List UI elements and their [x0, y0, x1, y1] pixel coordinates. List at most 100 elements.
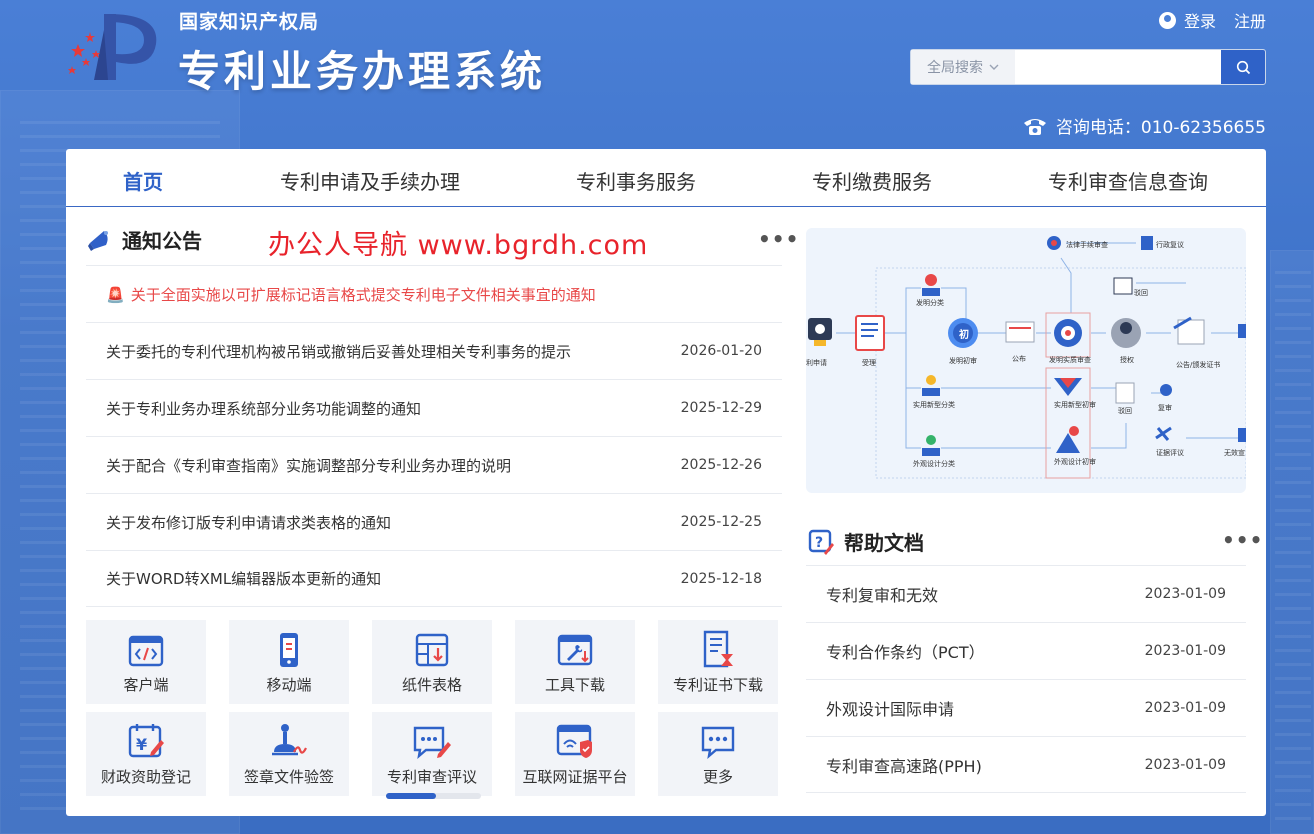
- tab-query[interactable]: 专利审查信息查询: [1048, 166, 1208, 195]
- register-link[interactable]: 注册: [1234, 8, 1266, 32]
- tool-download-icon: [557, 634, 593, 666]
- tile-label: 纸件表格: [401, 676, 462, 694]
- help-heading: ? 帮助文档: [808, 527, 924, 556]
- tile-paper-forms[interactable]: 纸件表格: [372, 620, 492, 704]
- help-item[interactable]: 专利复审和无效 2023-01-09: [806, 565, 1246, 622]
- help-title: 帮助文档: [844, 531, 924, 555]
- system-title: 专利业务办理系统: [178, 47, 547, 96]
- tiles-scrollbar[interactable]: [386, 793, 481, 799]
- notice-text: 关于全面实施以可扩展标记语言格式提交专利电子文件相关事宜的通知: [130, 285, 596, 304]
- notices-more-button[interactable]: •••: [758, 227, 799, 251]
- notice-date: 2025-12-29: [680, 400, 762, 416]
- tile-label: 专利证书下载: [672, 676, 763, 694]
- help-item[interactable]: 专利审查高速路(PPH) 2023-01-09: [806, 736, 1246, 793]
- diagram-label: 公布: [1012, 355, 1026, 363]
- notice-item-alert[interactable]: 🚨 关于全面实施以可扩展标记语言格式提交专利电子文件相关事宜的通知: [86, 265, 782, 322]
- notice-date: 2026-01-20: [680, 343, 762, 359]
- tile-more[interactable]: 更多: [658, 712, 778, 796]
- notice-date: 2025-12-25: [680, 514, 762, 530]
- diagram-label: 初: [959, 330, 969, 341]
- notice-item[interactable]: 关于委托的专利代理机构被吊销或撤销后妥善处理相关专利事务的提示 2026-01-2…: [86, 322, 782, 379]
- tile-label: 专利审查评议: [386, 768, 477, 786]
- tile-tool-download[interactable]: 工具下载: [515, 620, 635, 704]
- help-list: 专利复审和无效 2023-01-09 专利合作条约（PCT） 2023-01-09 …: [806, 565, 1246, 793]
- finance-calendar-icon: ¥: [128, 724, 164, 758]
- diagram-label: 驳回: [1118, 407, 1132, 415]
- tile-label: 更多: [702, 768, 733, 786]
- diagram-label: 行政复议: [1156, 241, 1184, 249]
- help-date: 2023-01-09: [1144, 586, 1226, 602]
- hotline: 咨询电话：010-62356655: [1022, 113, 1266, 138]
- notice-text: 关于发布修订版专利申请请求类表格的通知: [106, 513, 392, 532]
- diagram-label: 发明实质审查: [1049, 356, 1091, 364]
- tile-stamp-verify[interactable]: 签章文件验签: [229, 712, 349, 796]
- svg-text:¥: ¥: [136, 735, 147, 754]
- tile-label: 互联网证据平台: [522, 768, 628, 786]
- help-text: 外观设计国际申请: [826, 700, 955, 719]
- search-button[interactable]: [1221, 50, 1265, 84]
- tile-label: 移动端: [266, 676, 312, 694]
- tab-apply[interactable]: 专利申请及手续办理: [280, 166, 460, 195]
- mobile-icon: [280, 633, 298, 667]
- global-search: 全局搜索: [910, 49, 1266, 85]
- help-date: 2023-01-09: [1144, 756, 1226, 773]
- help-text: 专利合作条约（PCT）: [826, 643, 985, 662]
- tile-review-comment[interactable]: 专利审查评议: [372, 712, 492, 796]
- main-nav: 首页 专利申请及手续办理 专利事务服务 专利缴费服务 专利审查信息查询: [66, 149, 1266, 207]
- tile-finance[interactable]: ¥ 财政资助登记: [86, 712, 206, 796]
- tab-home[interactable]: 首页: [123, 166, 163, 195]
- notice-item[interactable]: 关于WORD转XML编辑器版本更新的通知 2025-12-18: [86, 550, 782, 607]
- notice-item[interactable]: 关于发布修订版专利申请请求类表格的通知 2025-12-25: [86, 493, 782, 550]
- tile-label: 签章文件验签: [243, 768, 334, 786]
- notice-text: 关于配合《专利审查指南》实施调整部分专利业务办理的说明: [106, 456, 512, 475]
- diagram-label: 受理: [862, 359, 876, 367]
- diagram-label: 驳回: [1134, 289, 1148, 297]
- notices-title: 通知公告: [122, 229, 202, 253]
- search-scope-label: 全局搜索: [927, 60, 983, 76]
- diagram-label: 发明分类: [916, 299, 944, 307]
- patent-process-diagram[interactable]: 利申请 受理 发明分类 初 发明初审 公布 发明实质审查 授权 公告/颁发证书 …: [806, 228, 1246, 493]
- chevron-down-icon: [989, 64, 999, 70]
- notice-list: 🚨 关于全面实施以可扩展标记语言格式提交专利电子文件相关事宜的通知 关于委托的专利…: [86, 265, 782, 607]
- notice-item[interactable]: 关于配合《专利审查指南》实施调整部分专利业务办理的说明 2025-12-26: [86, 436, 782, 493]
- help-date: 2023-01-09: [1144, 643, 1226, 659]
- help-doc-icon: ?: [808, 529, 834, 555]
- main-panel: 首页 专利申请及手续办理 专利事务服务 专利缴费服务 专利审查信息查询 通知公告…: [66, 149, 1266, 816]
- notice-item[interactable]: 关于专利业务办理系统部分业务功能调整的通知 2025-12-29: [86, 379, 782, 436]
- auth-links: 登录 注册: [1158, 8, 1266, 32]
- watermark-text: 办公人导航 www.bgrdh.com: [268, 230, 649, 261]
- megaphone-icon: [88, 230, 108, 251]
- tile-evidence-platform[interactable]: 互联网证据平台: [515, 712, 635, 796]
- stamp-icon: [272, 724, 307, 756]
- diagram-label: 外观设计分类: [913, 460, 955, 468]
- tab-fees[interactable]: 专利缴费服务: [812, 166, 932, 195]
- svg-text:?: ?: [815, 535, 823, 551]
- comment-edit-icon: [413, 726, 451, 760]
- diagram-label: 无效宣: [1224, 449, 1245, 457]
- login-link[interactable]: 登录: [1184, 8, 1216, 32]
- search-icon: [1236, 60, 1250, 74]
- cnipa-logo: [68, 14, 157, 80]
- help-date: 2023-01-09: [1144, 700, 1226, 716]
- tile-certificate[interactable]: 专利证书下载: [658, 620, 778, 704]
- tile-label: 工具下载: [544, 676, 605, 694]
- org-name: 国家知识产权局: [179, 11, 320, 33]
- notice-text: 关于委托的专利代理机构被吊销或撤销后妥善处理相关专利事务的提示: [106, 342, 572, 361]
- alarm-icon: 🚨: [106, 285, 125, 304]
- certificate-icon: [703, 630, 733, 668]
- scrollbar-thumb[interactable]: [386, 793, 437, 799]
- code-window-icon: [128, 635, 164, 667]
- notice-text: 关于专利业务办理系统部分业务功能调整的通知: [106, 399, 422, 418]
- help-item[interactable]: 外观设计国际申请 2023-01-09: [806, 679, 1246, 736]
- search-input[interactable]: [1015, 50, 1221, 84]
- more-chat-icon: [701, 726, 735, 760]
- help-more-button[interactable]: •••: [1222, 528, 1263, 552]
- user-icon: [1158, 11, 1176, 29]
- search-scope-select[interactable]: 全局搜索: [911, 50, 1015, 84]
- help-item[interactable]: 专利合作条约（PCT） 2023-01-09: [806, 622, 1246, 679]
- hotline-text: 咨询电话：010-62356655: [1055, 118, 1266, 138]
- tile-client[interactable]: 客户端: [86, 620, 206, 704]
- tab-affairs[interactable]: 专利事务服务: [576, 166, 696, 195]
- diagram-label: 证据评议: [1156, 449, 1184, 457]
- tile-mobile[interactable]: 移动端: [229, 620, 349, 704]
